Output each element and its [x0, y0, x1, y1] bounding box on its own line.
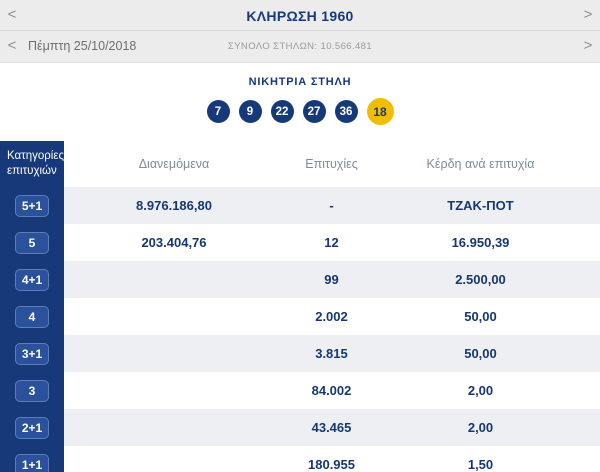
table-row: 5 203.404,76 12 16.950,39: [0, 224, 600, 261]
winning-numbers: 7 9 22 27 36 18: [0, 98, 600, 125]
prize-cell: ΤΖΑΚ-ΠΟΤ: [379, 198, 600, 213]
draw-date-row: < Πέμπτη 25/10/2018 ΣΥΝΟΛΟ ΣΤΗΛΩΝ: 10.56…: [0, 31, 600, 62]
table-row: 2+1 43.465 2,00: [0, 409, 600, 446]
distributed-cell: 8.976.186,80: [64, 198, 284, 213]
distributed-cell: 203.404,76: [64, 235, 284, 250]
winners-cell: 84.002: [284, 383, 379, 398]
category-badge: 3: [15, 380, 49, 402]
prize-cell: 1,50: [379, 457, 600, 472]
category-cell: 5: [0, 224, 64, 261]
table-row: 1+1 180.955 1,50: [0, 446, 600, 472]
winners-cell: 180.955: [284, 457, 379, 472]
category-cell: 2+1: [0, 409, 64, 446]
number-ball: 36: [335, 100, 358, 123]
table-header-row: Κατηγορίες επιτυχιών Διανεμόμενα Επιτυχί…: [0, 141, 600, 187]
category-badge: 5: [15, 232, 49, 254]
winners-cell: -: [284, 198, 379, 213]
number-ball: 7: [207, 100, 230, 123]
category-cell: 1+1: [0, 446, 64, 472]
table-row: 4 2.002 50,00: [0, 298, 600, 335]
prize-cell: 50,00: [379, 309, 600, 324]
winners-cell: 3.815: [284, 346, 379, 361]
table-row: 3 84.002 2,00: [0, 372, 600, 409]
category-cell: 4+1: [0, 261, 64, 298]
joker-draw-results-panel: < ΚΛΗΡΩΣΗ 1960 > < Πέμπτη 25/10/2018 ΣΥΝ…: [0, 0, 600, 472]
table-row: 4+1 99 2.500,00: [0, 261, 600, 298]
number-ball: 22: [271, 100, 294, 123]
draw-title-row: < ΚΛΗΡΩΣΗ 1960 >: [0, 0, 600, 31]
prize-cell: 2.500,00: [379, 272, 600, 287]
category-badge: 5+1: [15, 195, 49, 217]
table-row: 3+1 3.815 50,00: [0, 335, 600, 372]
prize-cell: 16.950,39: [379, 235, 600, 250]
category-badge: 3+1: [15, 343, 49, 365]
column-header-categories: Κατηγορίες επιτυχιών: [0, 141, 64, 187]
results-table: Κατηγορίες επιτυχιών Διανεμόμενα Επιτυχί…: [0, 141, 600, 472]
winners-cell: 99: [284, 272, 379, 287]
total-columns-label: ΣΥΝΟΛΟ ΣΤΗΛΩΝ: 10.566.481: [0, 41, 600, 52]
category-badge: 4+1: [15, 269, 49, 291]
prize-cell: 50,00: [379, 346, 600, 361]
prize-cell: 2,00: [379, 420, 600, 435]
joker-number-ball: 18: [367, 98, 394, 125]
category-cell: 5+1: [0, 187, 64, 224]
column-header-prize: Κέρδη ανά επιτυχία: [379, 157, 600, 171]
column-header-distributed: Διανεμόμενα: [64, 157, 284, 171]
category-badge: 2+1: [15, 417, 49, 439]
winning-column-section: ΝΙΚΗΤΡΙΑ ΣΤΗΛΗ 7 9 22 27 36 18: [0, 63, 600, 125]
winning-column-label: ΝΙΚΗΤΡΙΑ ΣΤΗΛΗ: [0, 76, 600, 88]
winners-cell: 2.002: [284, 309, 379, 324]
next-date-arrow-icon[interactable]: >: [580, 37, 596, 55]
winners-cell: 12: [284, 235, 379, 250]
table-row: 5+1 8.976.186,80 - ΤΖΑΚ-ΠΟΤ: [0, 187, 600, 224]
category-badge: 4: [15, 306, 49, 328]
prize-cell: 2,00: [379, 383, 600, 398]
winners-cell: 43.465: [284, 420, 379, 435]
next-draw-arrow-icon[interactable]: >: [580, 6, 596, 24]
number-ball: 27: [303, 100, 326, 123]
draw-header: < ΚΛΗΡΩΣΗ 1960 > < Πέμπτη 25/10/2018 ΣΥΝ…: [0, 0, 600, 63]
draw-title: ΚΛΗΡΩΣΗ 1960: [0, 8, 600, 24]
category-cell: 3+1: [0, 335, 64, 372]
column-header-winners: Επιτυχίες: [284, 157, 379, 171]
category-cell: 4: [0, 298, 64, 335]
category-cell: 3: [0, 372, 64, 409]
number-ball: 9: [239, 100, 262, 123]
category-badge: 1+1: [15, 454, 49, 472]
